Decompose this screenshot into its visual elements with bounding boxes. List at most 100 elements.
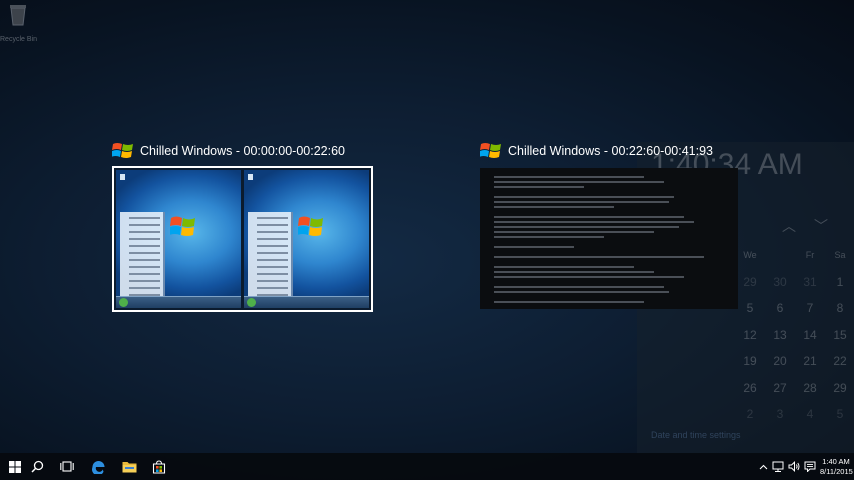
calendar-weekday-header — [765, 242, 795, 269]
bsod-text-line — [494, 266, 634, 268]
file-explorer-button[interactable] — [114, 453, 144, 480]
window-thumbnail[interactable] — [480, 168, 738, 309]
store-button[interactable] — [144, 453, 174, 480]
calendar-day[interactable]: 7 — [795, 295, 825, 322]
calendar-day[interactable]: 1 — [825, 269, 854, 296]
calendar-day[interactable]: 22 — [825, 348, 854, 375]
search-button[interactable] — [22, 453, 52, 480]
start-menu-preview — [248, 212, 293, 300]
task-view-window-1[interactable]: Chilled Windows - 00:00:00-00:22:60 — [112, 140, 374, 312]
calendar-day[interactable] — [645, 322, 675, 349]
win7-desktop-preview — [244, 170, 369, 308]
task-view-button[interactable] — [52, 453, 82, 480]
calendar-day[interactable] — [645, 401, 675, 428]
calendar-day[interactable]: 2 — [735, 401, 765, 428]
bsod-text-line — [494, 256, 704, 258]
calendar-day[interactable]: 30 — [765, 269, 795, 296]
clock-time: 1:40 AM — [822, 457, 850, 466]
calendar-day[interactable]: 29 — [735, 269, 765, 296]
calendar-day[interactable] — [705, 348, 735, 375]
windows-flag-icon — [112, 143, 133, 158]
date-time-settings-link[interactable]: Date and time settings — [651, 430, 741, 440]
bsod-text-line — [494, 301, 644, 303]
calendar-weekday-header: Fr — [805, 250, 815, 261]
calendar-day[interactable] — [675, 348, 705, 375]
show-hidden-icons-button[interactable] — [757, 453, 769, 480]
taskbar: 1:40 AM 8/11/2015 — [0, 453, 854, 480]
calendar-day[interactable]: 5 — [735, 295, 765, 322]
calendar-day[interactable]: 5 — [825, 401, 854, 428]
calendar-day[interactable]: 21 — [795, 348, 825, 375]
window-thumbnail[interactable] — [112, 166, 373, 312]
calendar-day[interactable]: 28 — [795, 375, 825, 402]
start-orb-icon — [247, 298, 256, 307]
calendar-prev-icon[interactable]: ︿ — [782, 218, 814, 234]
recycle-bin[interactable]: Recycle Bin — [0, 2, 37, 43]
calendar-day[interactable]: 8 — [825, 295, 854, 322]
calendar-day[interactable] — [675, 375, 705, 402]
volume-button[interactable] — [787, 453, 801, 480]
bsod-text-line — [494, 276, 684, 278]
file-explorer-icon — [122, 462, 136, 473]
calendar-day[interactable] — [645, 375, 675, 402]
calendar-day[interactable]: 3 — [765, 401, 795, 428]
edge-button[interactable] — [83, 453, 113, 480]
edge-icon — [91, 461, 104, 474]
bsod-text-line — [494, 206, 614, 208]
calendar-day[interactable]: 6 — [765, 295, 795, 322]
notifications-icon — [804, 461, 816, 472]
task-view-icon — [60, 461, 74, 472]
calendar-day[interactable] — [675, 322, 705, 349]
windows-flag-icon — [480, 143, 501, 158]
calendar-day[interactable]: 31 — [795, 269, 825, 296]
win7-desktop-preview — [116, 170, 241, 308]
bsod-text-line — [494, 196, 674, 198]
taskbar-clock[interactable]: 1:40 AM 8/11/2015 — [820, 457, 853, 477]
win7-taskbar — [244, 296, 369, 308]
search-icon — [30, 460, 43, 473]
window-header: Chilled Windows - 00:22:60-00:41:93 — [480, 140, 738, 162]
action-center-button[interactable] — [803, 453, 817, 480]
desktop-icon — [248, 174, 253, 180]
task-view-window-2[interactable]: Chilled Windows - 00:22:60-00:41:93 — [480, 140, 738, 309]
calendar-weekday-header: Sa — [834, 250, 846, 261]
bsod-text-line — [494, 271, 654, 273]
calendar-day[interactable] — [705, 375, 735, 402]
bsod-text-line — [494, 176, 644, 178]
calendar-next-icon[interactable]: ﹀ — [814, 218, 846, 234]
start-menu-preview — [120, 212, 165, 300]
windows-flag-icon — [170, 216, 195, 236]
bsod-text-line — [494, 231, 654, 233]
win7-taskbar — [116, 296, 241, 308]
calendar-day[interactable]: 14 — [795, 322, 825, 349]
recycle-bin-label: Recycle Bin — [0, 36, 37, 43]
volume-icon — [788, 461, 800, 472]
calendar-day[interactable] — [675, 401, 705, 428]
calendar-day[interactable]: 29 — [825, 375, 854, 402]
network-button[interactable] — [771, 453, 785, 480]
start-orb-icon — [119, 298, 128, 307]
windows-flag-icon — [298, 216, 323, 236]
bsod-text-line — [494, 246, 574, 248]
window-title: Chilled Windows - 00:00:00-00:22:60 — [140, 144, 345, 158]
bsod-text-line — [494, 286, 664, 288]
network-icon — [772, 461, 784, 472]
recycle-bin-icon — [10, 5, 26, 26]
calendar-day[interactable] — [705, 401, 735, 428]
calendar-day[interactable] — [645, 348, 675, 375]
calendar-day[interactable]: 12 — [735, 322, 765, 349]
calendar-day[interactable] — [705, 322, 735, 349]
calendar-day[interactable]: 15 — [825, 322, 854, 349]
bsod-text-line — [494, 221, 694, 223]
calendar-day[interactable]: 19 — [735, 348, 765, 375]
calendar-day[interactable]: 26 — [735, 375, 765, 402]
window-title: Chilled Windows - 00:22:60-00:41:93 — [508, 144, 713, 158]
calendar-day[interactable]: 4 — [795, 401, 825, 428]
calendar-day[interactable]: 27 — [765, 375, 795, 402]
bsod-text-line — [494, 291, 669, 293]
calendar-day[interactable]: 13 — [765, 322, 795, 349]
calendar-day[interactable]: 20 — [765, 348, 795, 375]
bsod-text-line — [494, 201, 669, 203]
desktop-icon — [120, 174, 125, 180]
bsod-text-line — [494, 186, 584, 188]
